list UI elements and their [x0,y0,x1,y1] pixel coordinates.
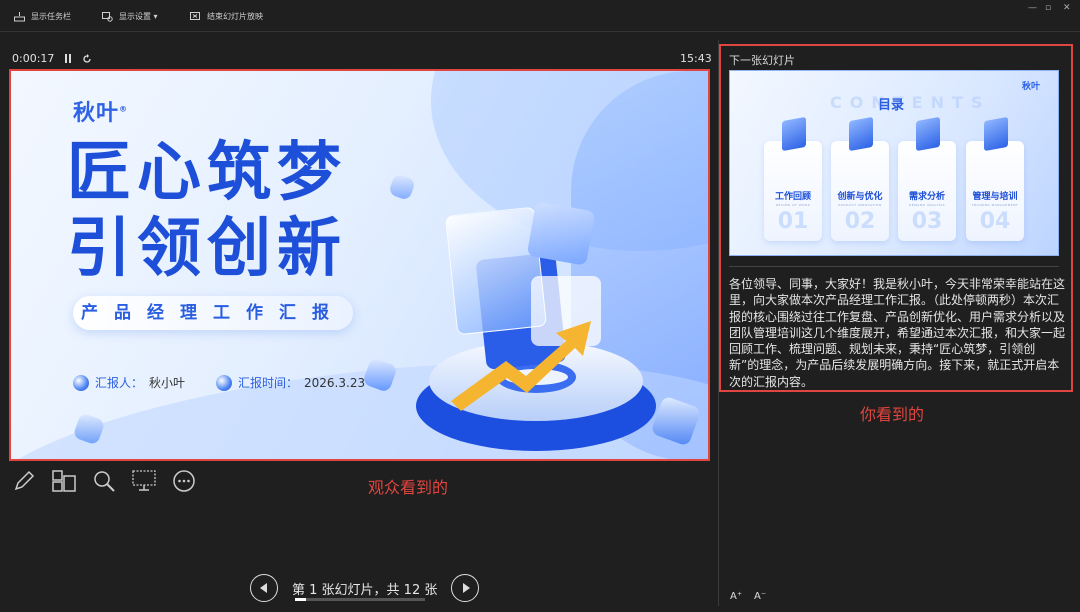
growth-arrow-icon [451,321,591,411]
reporter-info: 汇报人： 秋小叶 [73,374,185,391]
pen-icon[interactable] [12,469,36,493]
chevron-right-icon [462,583,470,593]
toc-card-label: 管理与培训 [972,192,1018,202]
current-time: 15:43 [680,52,712,65]
display-settings-icon [102,11,113,22]
end-show-button[interactable]: 结束幻灯片放映 [190,11,263,22]
thumb-logo: 秋叶 [1022,82,1041,92]
report-time-info: 汇报时间： 2026.3.23 [216,374,365,391]
thumb-title: 目录 [878,98,905,113]
current-slide[interactable]: 秋叶® 匠心筑梦 引领创新 产品经理工作汇报 汇报人： 秋小叶 汇报时间： 20… [9,69,710,461]
display-settings-button[interactable]: 显示设置 ▾ [102,11,158,22]
increase-font-button[interactable]: A⁺ [730,591,742,602]
notes-separator [729,266,1059,267]
toc-card: 工作回顾 REVIEW OF WORK 01 [764,116,822,241]
audience-view-annotation: 观众看到的 [368,478,449,497]
speaker-notes[interactable]: 各位领导、同事，大家好！我是秋小叶，今天非常荣幸能站在这里，向大家做本次产品经理… [729,276,1065,390]
next-slide-panel: 下一张幻灯片 CONTENTS 目录 秋叶 工作回顾 REVIEW OF WOR… [719,44,1073,392]
zoom-icon[interactable] [92,469,116,493]
toc-card: 需求分析 DEMAND ANALYSIS 03 [898,116,956,241]
next-slide-label: 下一张幻灯片 [729,54,795,67]
screen-icon[interactable] [132,469,156,493]
clock-icon [216,374,232,391]
chevron-left-icon [259,583,267,593]
end-show-icon [190,11,200,20]
slide-subtitle: 产品经理工作汇报 [73,296,353,330]
toc-card-number: 04 [979,209,1011,234]
slide-headline: 匠心筑梦 引领创新 [67,135,347,287]
chart-icon [782,116,806,152]
tools-icon [984,116,1008,152]
report-time-label: 汇报时间： [238,376,299,390]
slide-counter: 第 1 张幻灯片，共 12 张 [292,582,438,598]
close-icon[interactable]: ✕ [1063,3,1071,13]
slide-progress-bar [295,598,425,601]
headline-line-2: 引领创新 [67,212,347,286]
toc-card-label: 需求分析 [908,192,945,202]
reporter-name: 秋小叶 [149,376,186,390]
toc-card: 管理与培训 TRAINING MANAGEMENT 04 [966,116,1024,241]
display-settings-label: 显示设置 ▾ [119,12,158,21]
presenter-view-annotation: 你看到的 [860,405,925,424]
minimize-icon[interactable]: — [1028,3,1037,13]
toc-card-subtitle: PRODUCT INNOVATION [838,203,882,207]
toc-card-label: 工作回顾 [774,192,811,202]
slides-grid-icon[interactable] [52,469,76,493]
show-taskbar-button[interactable]: 显示任务栏 [14,11,71,22]
top-toolbar: 显示任务栏 显示设置 ▾ 结束幻灯片放映 — ▫ ✕ [0,0,1080,32]
presentation-timer: 0:00:17 [12,52,92,65]
reporter-icon [73,374,89,391]
phone-icon [916,116,940,152]
analytics-icon [849,116,873,152]
pause-icon[interactable] [64,54,72,63]
previous-slide-button[interactable] [250,574,278,602]
toc-card-number: 02 [844,209,876,234]
toc-card-number: 03 [911,209,943,234]
elapsed-time: 0:00:17 [12,52,55,65]
toc-card-number: 01 [777,209,809,234]
restore-icon[interactable]: ▫ [1045,3,1051,13]
slide-tools [12,469,196,493]
toc-card-subtitle: DEMAND ANALYSIS [908,203,945,207]
show-taskbar-label: 显示任务栏 [31,12,71,21]
slide-logo: 秋叶® [73,101,129,126]
next-slide-button[interactable] [451,574,480,602]
toc-card-subtitle: TRAINING MANAGEMENT [971,203,1019,207]
slide-progress-fill [295,598,306,601]
toc-card: 创新与优化 PRODUCT INNOVATION 02 [831,116,889,241]
next-slide-thumbnail[interactable]: CONTENTS 目录 秋叶 工作回顾 REVIEW OF WORK 01 创新… [729,70,1059,256]
more-icon[interactable] [172,469,196,493]
report-time-value: 2026.3.23 [304,375,366,390]
reset-icon[interactable] [82,53,92,64]
end-show-label: 结束幻灯片放映 [207,12,263,21]
cube-decoration [526,201,596,266]
toc-card-label: 创新与优化 [837,192,883,202]
decrease-font-button[interactable]: A⁻ [754,591,766,602]
taskbar-icon [14,11,25,21]
reporter-label: 汇报人： [95,376,144,390]
thumb-ghost-text: CONTENTS [830,93,991,112]
cube-decoration [387,172,417,202]
toc-card-subtitle: REVIEW OF WORK [775,203,811,207]
headline-line-1: 匠心筑梦 [67,136,347,210]
